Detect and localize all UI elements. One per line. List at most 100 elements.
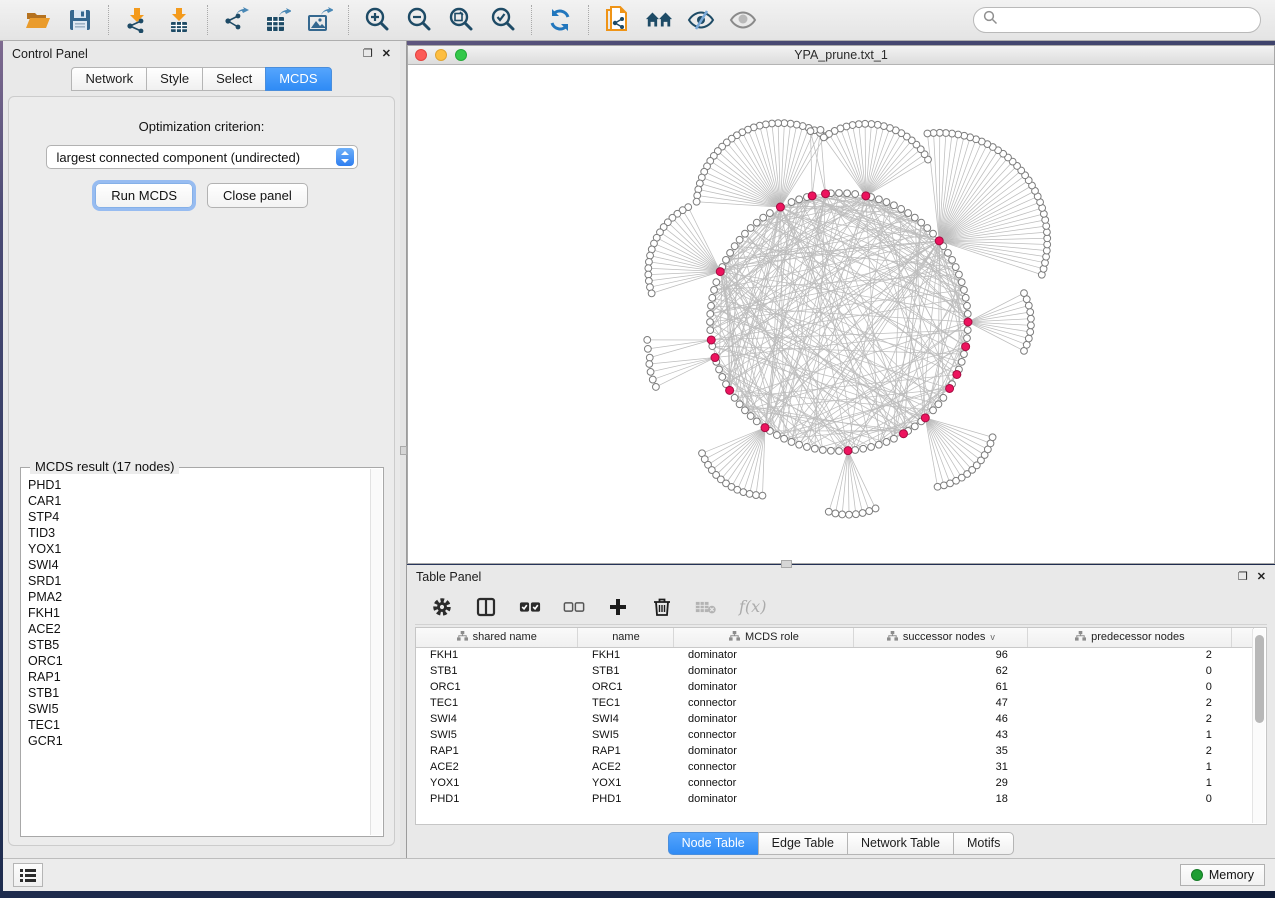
table-cell[interactable]: 2 bbox=[1028, 743, 1232, 759]
network-node[interactable] bbox=[844, 190, 851, 197]
table-cell[interactable]: connector bbox=[674, 727, 854, 743]
network-leaf-node[interactable] bbox=[1027, 329, 1034, 336]
table-cell[interactable]: ORC1 bbox=[578, 679, 674, 695]
network-leaf-node[interactable] bbox=[646, 354, 653, 361]
network-leaf-node[interactable] bbox=[746, 491, 753, 498]
table-cell[interactable]: ORC1 bbox=[416, 679, 578, 695]
table-row[interactable]: SWI4SWI4dominator462 bbox=[416, 711, 1254, 727]
zoom-fit-icon[interactable] bbox=[447, 6, 475, 34]
column-header[interactable]: MCDS role bbox=[674, 628, 854, 647]
table-row[interactable]: FKH1FKH1dominator962 bbox=[416, 647, 1254, 663]
mcds-list-scrollbar[interactable] bbox=[370, 469, 382, 835]
table-cell[interactable]: TEC1 bbox=[416, 695, 578, 711]
table-cell[interactable]: RAP1 bbox=[416, 743, 578, 759]
column-header[interactable]: shared name bbox=[416, 628, 578, 647]
network-node[interactable] bbox=[819, 447, 826, 454]
network-leaf-node[interactable] bbox=[645, 271, 652, 278]
mcds-result-item[interactable]: FKH1 bbox=[28, 605, 364, 621]
table-cell[interactable]: 46 bbox=[854, 711, 1028, 727]
network-node[interactable] bbox=[836, 448, 843, 455]
task-history-button[interactable] bbox=[13, 863, 43, 887]
network-node[interactable] bbox=[753, 418, 760, 425]
table-cell[interactable]: 96 bbox=[854, 647, 1028, 663]
network-node[interactable] bbox=[747, 225, 754, 232]
mcds-result-item[interactable]: RAP1 bbox=[28, 669, 364, 685]
network-node[interactable] bbox=[905, 210, 912, 217]
memory-button[interactable]: Memory bbox=[1180, 864, 1265, 886]
mcds-hub-node[interactable] bbox=[953, 370, 961, 378]
zoom-in-icon[interactable] bbox=[363, 6, 391, 34]
network-node[interactable] bbox=[964, 327, 971, 334]
network-node[interactable] bbox=[736, 401, 743, 408]
network-node[interactable] bbox=[747, 413, 754, 420]
tab-node-table[interactable]: Node Table bbox=[668, 832, 758, 855]
network-node[interactable] bbox=[796, 196, 803, 203]
close-window-icon[interactable] bbox=[415, 49, 427, 61]
network-node[interactable] bbox=[852, 191, 859, 198]
network-node[interactable] bbox=[731, 243, 738, 250]
mcds-hub-node[interactable] bbox=[761, 424, 769, 432]
network-node[interactable] bbox=[760, 214, 767, 221]
network-leaf-node[interactable] bbox=[1025, 302, 1032, 309]
mcds-hub-node[interactable] bbox=[935, 237, 943, 245]
maximize-window-icon[interactable] bbox=[455, 49, 467, 61]
network-leaf-node[interactable] bbox=[1028, 322, 1035, 329]
table-scrollbar[interactable] bbox=[1252, 629, 1265, 823]
network-leaf-node[interactable] bbox=[924, 130, 931, 137]
refresh-icon[interactable] bbox=[546, 6, 574, 34]
mcds-hub-node[interactable] bbox=[711, 354, 719, 362]
network-node[interactable] bbox=[707, 311, 714, 318]
network-node[interactable] bbox=[875, 196, 882, 203]
network-node[interactable] bbox=[930, 407, 937, 414]
mcds-result-list[interactable]: PHD1CAR1STP4TID3YOX1SWI4SRD1PMA2FKH1ACE2… bbox=[22, 469, 370, 835]
network-leaf-node[interactable] bbox=[859, 510, 866, 517]
table-cell[interactable]: ACE2 bbox=[578, 759, 674, 775]
table-cell[interactable]: 1 bbox=[1028, 775, 1232, 791]
mcds-result-item[interactable]: ACE2 bbox=[28, 621, 364, 637]
add-column-icon[interactable] bbox=[607, 596, 629, 618]
network-graph-canvas[interactable] bbox=[408, 65, 1274, 563]
table-cell[interactable]: dominator bbox=[674, 679, 854, 695]
network-node[interactable] bbox=[727, 249, 734, 256]
network-node[interactable] bbox=[766, 210, 773, 217]
network-node[interactable] bbox=[945, 249, 952, 256]
network-node[interactable] bbox=[883, 199, 890, 206]
criterion-select[interactable]: largest connected component (undirected) bbox=[46, 145, 358, 169]
zoom-out-icon[interactable] bbox=[405, 6, 433, 34]
table-cell[interactable]: 2 bbox=[1028, 695, 1232, 711]
table-cell[interactable]: 29 bbox=[854, 775, 1028, 791]
network-node[interactable] bbox=[742, 407, 749, 414]
mcds-hub-node[interactable] bbox=[921, 414, 929, 422]
network-node[interactable] bbox=[891, 202, 898, 209]
network-leaf-node[interactable] bbox=[866, 508, 873, 515]
run-mcds-button[interactable]: Run MCDS bbox=[95, 183, 193, 208]
network-node[interactable] bbox=[940, 394, 947, 401]
network-node[interactable] bbox=[956, 271, 963, 278]
table-cell[interactable]: 47 bbox=[854, 695, 1028, 711]
network-leaf-node[interactable] bbox=[759, 492, 766, 499]
table-cell[interactable]: SWI4 bbox=[578, 711, 674, 727]
search-input[interactable] bbox=[973, 7, 1261, 33]
table-cell[interactable]: SWI4 bbox=[416, 711, 578, 727]
network-node[interactable] bbox=[723, 256, 730, 263]
column-header[interactable]: successor nodesv bbox=[854, 628, 1028, 647]
table-cell[interactable]: ACE2 bbox=[416, 759, 578, 775]
table-row[interactable]: STB1STB1dominator620 bbox=[416, 663, 1254, 679]
network-node[interactable] bbox=[868, 444, 875, 451]
network-node[interactable] bbox=[961, 351, 968, 358]
network-node[interactable] bbox=[949, 256, 956, 263]
close-panel-button[interactable]: Close panel bbox=[207, 183, 308, 208]
mcds-result-item[interactable]: STB1 bbox=[28, 685, 364, 701]
network-leaf-node[interactable] bbox=[846, 511, 853, 518]
horizontal-splitter-handle[interactable] bbox=[781, 560, 792, 568]
export-network-icon[interactable] bbox=[222, 6, 250, 34]
table-row[interactable]: RAP1RAP1dominator352 bbox=[416, 743, 1254, 759]
network-node[interactable] bbox=[964, 302, 971, 309]
network-leaf-node[interactable] bbox=[646, 361, 653, 368]
export-image-icon[interactable] bbox=[306, 6, 334, 34]
mcds-result-item[interactable]: YOX1 bbox=[28, 541, 364, 557]
table-row[interactable]: ACE2ACE2connector311 bbox=[416, 759, 1254, 775]
mcds-result-item[interactable]: CAR1 bbox=[28, 493, 364, 509]
mcds-hub-node[interactable] bbox=[900, 430, 908, 438]
mcds-result-item[interactable]: ORC1 bbox=[28, 653, 364, 669]
